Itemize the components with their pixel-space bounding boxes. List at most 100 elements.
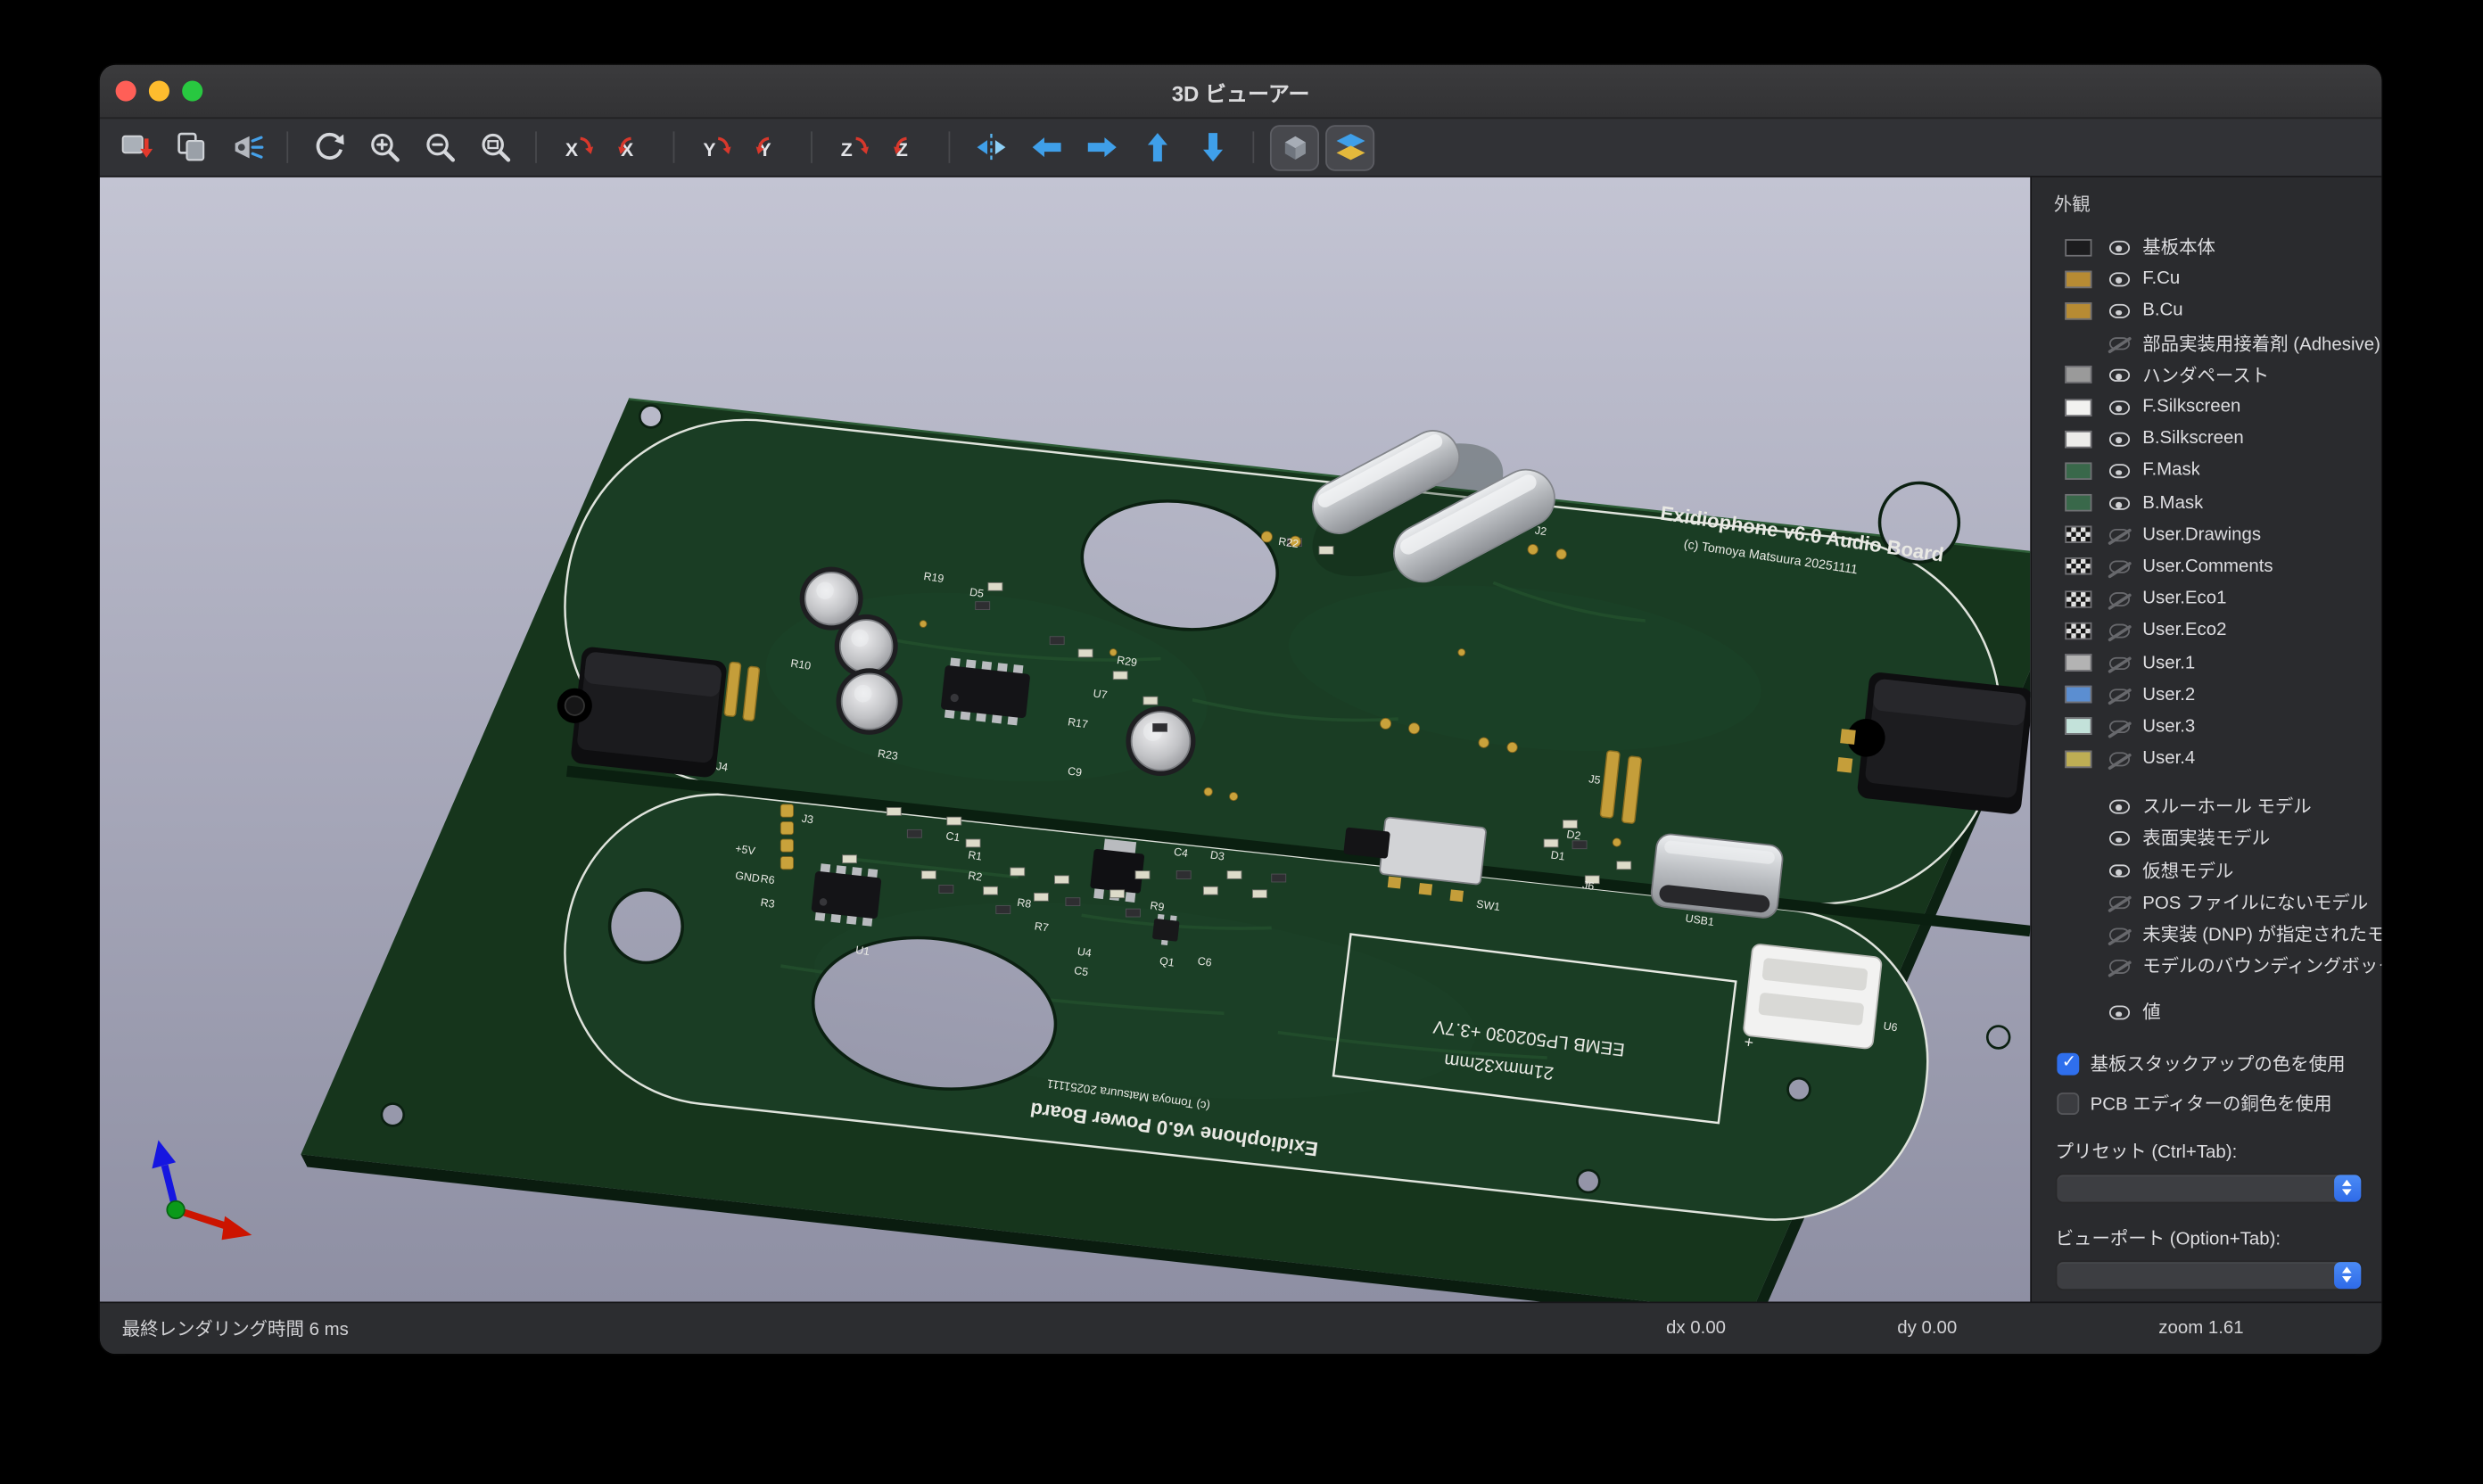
rotate-z-cw-button[interactable]: Z <box>829 124 878 169</box>
option-checkbox-row[interactable]: 基板スタックアップの色を使用 <box>2057 1051 2381 1076</box>
appearance-row[interactable]: F.Silkscreen <box>2032 391 2381 423</box>
rotate-y-ccw-button[interactable]: Y <box>746 124 795 169</box>
visibility-off-icon[interactable] <box>2108 620 2132 642</box>
ortho-projection-button[interactable] <box>1270 124 1319 169</box>
layer-color-swatch[interactable] <box>2065 367 2091 384</box>
checkbox[interactable] <box>2057 1092 2079 1114</box>
appearance-row[interactable]: B.Silkscreen <box>2032 423 2381 455</box>
flip-board-button[interactable] <box>966 124 1015 169</box>
layer-color-swatch[interactable] <box>2065 494 2091 512</box>
appearance-row[interactable]: F.Cu <box>2032 263 2381 295</box>
close-button[interactable] <box>116 81 136 102</box>
appearance-row[interactable]: User.3 <box>2032 711 2381 743</box>
zoom-in-button[interactable] <box>359 124 408 169</box>
visibility-on-icon[interactable] <box>2108 491 2132 514</box>
appearance-row[interactable]: POS ファイルにないモデル <box>2032 886 2381 919</box>
layer-color-swatch[interactable] <box>2065 590 2091 608</box>
raytrace-button[interactable] <box>222 124 271 169</box>
pan-right-button[interactable] <box>1077 124 1126 169</box>
visibility-off-icon[interactable] <box>2108 715 2132 738</box>
appearance-row[interactable]: User.4 <box>2032 743 2381 775</box>
appearance-row[interactable]: スルーホール モデル <box>2032 790 2381 822</box>
maximize-button[interactable] <box>182 81 202 102</box>
zoom-out-button[interactable] <box>415 124 464 169</box>
refresh-view-button[interactable] <box>304 124 353 169</box>
layer-color-swatch[interactable] <box>2065 430 2091 448</box>
copy-view-button[interactable] <box>166 124 215 169</box>
visibility-on-icon[interactable] <box>2108 1002 2132 1024</box>
layer-color-swatch[interactable] <box>2065 750 2091 768</box>
appearance-row[interactable]: User.Eco1 <box>2032 582 2381 614</box>
visibility-off-icon[interactable] <box>2108 891 2132 913</box>
dropdown-stepper-icon[interactable] <box>2333 1175 2360 1201</box>
appearance-row[interactable]: 基板本体 <box>2032 231 2381 263</box>
layer-color-swatch[interactable] <box>2065 718 2091 736</box>
appearance-row[interactable]: 値 <box>2032 996 2381 1028</box>
visibility-on-icon[interactable] <box>2108 828 2132 850</box>
visibility-on-icon[interactable] <box>2108 460 2132 482</box>
dropdown-stepper-icon[interactable] <box>2333 1261 2360 1288</box>
layer-label: User.Eco2 <box>2142 622 2226 640</box>
appearance-row[interactable]: User.Comments <box>2032 551 2381 583</box>
visibility-on-icon[interactable] <box>2108 268 2132 291</box>
pan-left-button[interactable] <box>1021 124 1070 169</box>
visibility-off-icon[interactable] <box>2108 923 2132 945</box>
rotate-x-cw-button[interactable]: X <box>553 124 602 169</box>
appearance-row[interactable]: B.Mask <box>2032 487 2381 519</box>
visibility-on-icon[interactable] <box>2108 859 2132 881</box>
appearance-row[interactable]: User.Eco2 <box>2032 614 2381 647</box>
rotate-z-ccw-button[interactable]: Z <box>884 124 933 169</box>
appearance-panel-button[interactable] <box>1325 124 1374 169</box>
appearance-row[interactable]: B.Cu <box>2032 295 2381 327</box>
appearance-row[interactable]: User.2 <box>2032 679 2381 711</box>
layer-color-swatch[interactable] <box>2065 526 2091 544</box>
export-view-button[interactable] <box>111 124 160 169</box>
visibility-on-icon[interactable] <box>2108 300 2132 322</box>
appearance-row[interactable]: 未実装 (DNP) が指定されたモデル <box>2032 919 2381 951</box>
silkscreen-text: C4 <box>1173 845 1189 860</box>
visibility-off-icon[interactable] <box>2108 556 2132 578</box>
appearance-row[interactable]: モデルのバウンディングボックス <box>2032 951 2381 983</box>
appearance-row[interactable]: ハンダペースト <box>2032 359 2381 392</box>
appearance-row[interactable]: F.Mask <box>2032 455 2381 487</box>
pcb-3d-scene[interactable]: Exidiophone v6.0 Audio Board(c) Tomoya M… <box>100 177 2030 1302</box>
layer-color-swatch[interactable] <box>2065 654 2091 672</box>
3d-viewport[interactable]: Exidiophone v6.0 Audio Board(c) Tomoya M… <box>100 177 2030 1302</box>
visibility-off-icon[interactable] <box>2108 332 2132 354</box>
viewport-dropdown[interactable] <box>2056 1259 2363 1290</box>
layer-color-swatch[interactable] <box>2065 302 2091 320</box>
appearance-row[interactable]: User.1 <box>2032 647 2381 679</box>
layer-color-swatch[interactable] <box>2065 462 2091 480</box>
appearance-row[interactable]: 表面実装モデル <box>2032 822 2381 854</box>
option-checkbox-row[interactable]: PCB エディターの銅色を使用 <box>2057 1090 2381 1115</box>
layer-color-swatch[interactable] <box>2065 238 2091 256</box>
appearance-row[interactable]: 仮想モデル <box>2032 854 2381 886</box>
pan-down-button[interactable] <box>1188 124 1237 169</box>
layer-color-swatch[interactable] <box>2065 558 2091 576</box>
rotate-x-ccw-button[interactable]: X <box>608 124 657 169</box>
zoom-fit-button[interactable] <box>470 124 519 169</box>
visibility-off-icon[interactable] <box>2108 955 2132 977</box>
visibility-on-icon[interactable] <box>2108 796 2132 818</box>
preset-dropdown[interactable] <box>2056 1173 2363 1203</box>
visibility-on-icon[interactable] <box>2108 428 2132 450</box>
visibility-off-icon[interactable] <box>2108 684 2132 706</box>
appearance-row[interactable]: User.Drawings <box>2032 519 2381 551</box>
appearance-row[interactable]: 部品実装用接着剤 (Adhesive) <box>2032 327 2381 359</box>
visibility-on-icon[interactable] <box>2108 396 2132 418</box>
layer-color-swatch[interactable] <box>2065 399 2091 416</box>
visibility-off-icon[interactable] <box>2108 524 2132 546</box>
layer-color-swatch[interactable] <box>2065 622 2091 639</box>
rotate-y-cw-button[interactable]: Y <box>690 124 739 169</box>
visibility-off-icon[interactable] <box>2108 588 2132 610</box>
layer-color-swatch[interactable] <box>2065 686 2091 704</box>
title-bar[interactable]: 3D ビューアー <box>100 65 2382 119</box>
visibility-off-icon[interactable] <box>2108 747 2132 770</box>
minimize-button[interactable] <box>149 81 169 102</box>
visibility-off-icon[interactable] <box>2108 652 2132 674</box>
pan-up-button[interactable] <box>1132 124 1181 169</box>
layer-color-swatch[interactable] <box>2065 270 2091 288</box>
visibility-on-icon[interactable] <box>2108 364 2132 386</box>
checkbox[interactable] <box>2057 1052 2079 1075</box>
visibility-on-icon[interactable] <box>2108 236 2132 259</box>
